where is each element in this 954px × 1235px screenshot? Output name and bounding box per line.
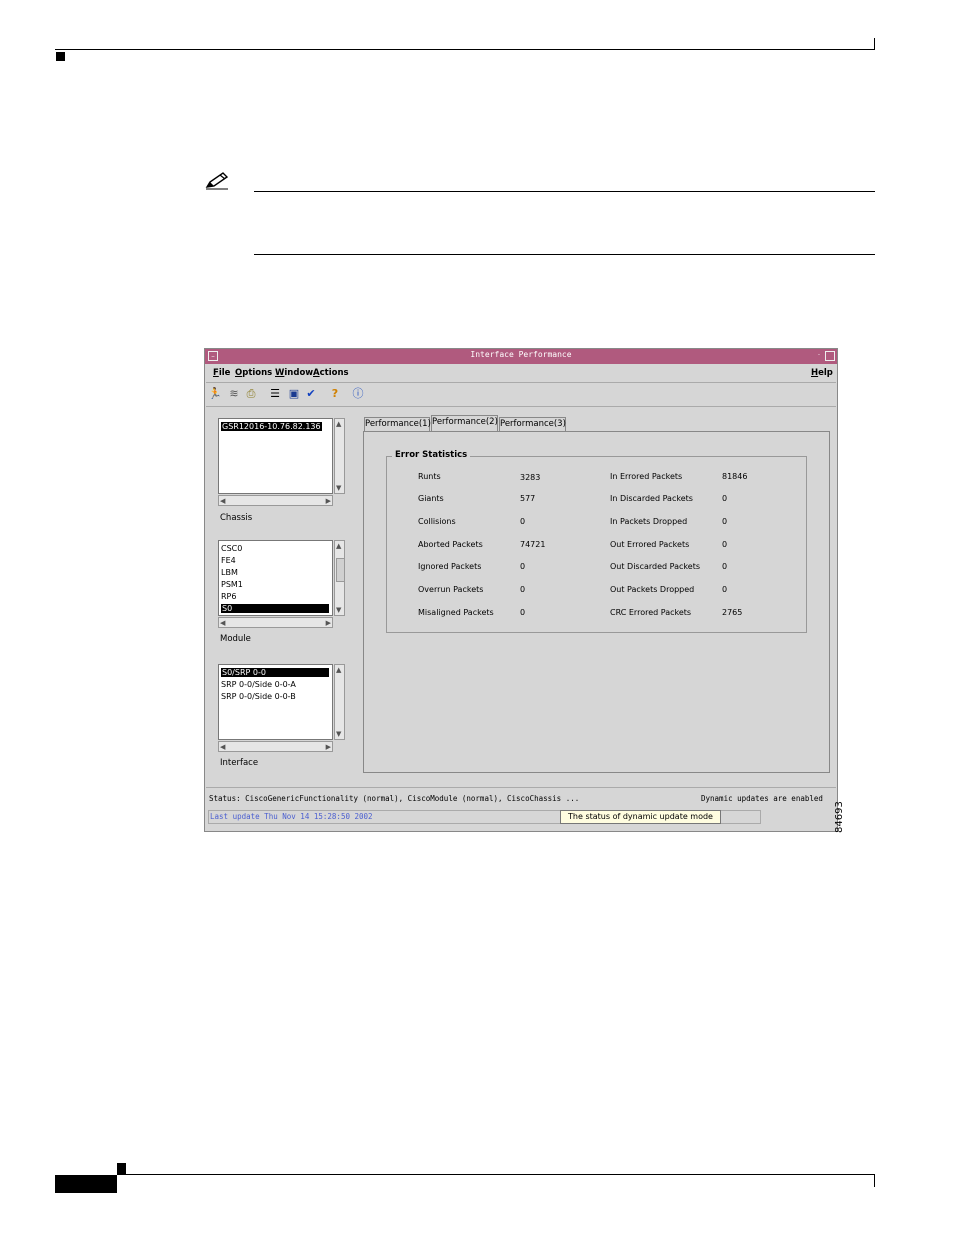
interface-vertical-scrollbar[interactable]: ▲ ▼ — [334, 664, 345, 740]
stat-label: In Errored Packets — [610, 472, 683, 481]
help-icon[interactable]: ? — [328, 387, 342, 401]
footer-tab — [55, 1175, 117, 1193]
footer-rule — [117, 1174, 875, 1175]
list-item[interactable]: RP6 — [221, 592, 236, 601]
chassis-vertical-scrollbar[interactable]: ▲ ▼ — [334, 418, 345, 494]
stat-value: 0 — [520, 562, 526, 571]
stat-value: 0 — [722, 585, 728, 594]
menu-options[interactable]: Options — [235, 368, 272, 378]
stat-label: CRC Errored Packets — [610, 608, 692, 617]
header-marker — [56, 52, 65, 61]
stat-value: 2765 — [722, 608, 743, 617]
menu-actions[interactable]: Actions — [313, 368, 349, 378]
scroll-thumb[interactable] — [336, 558, 345, 582]
maximize-icon[interactable] — [825, 351, 835, 361]
menu-file[interactable]: File — [213, 368, 230, 378]
minimize-icon[interactable]: · — [814, 351, 824, 361]
last-update-text: Last update Thu Nov 14 15:28:50 2002 — [210, 812, 373, 821]
stat-label: Runts — [418, 472, 441, 481]
stat-label: Giants — [418, 494, 444, 503]
window-title: Interface Performance — [470, 350, 572, 359]
figure-id: 84693 — [834, 801, 845, 833]
monitor-icon[interactable]: ▣ — [287, 387, 301, 401]
interface-list[interactable]: S0/SRP 0-0 SRP 0-0/Side 0-0-A SRP 0-0/Si… — [218, 664, 333, 740]
list-item[interactable]: LBM — [221, 568, 238, 577]
module-label: Module — [220, 634, 251, 644]
title-bar[interactable]: – Interface Performance · — [205, 349, 837, 364]
note-pencil-icon — [205, 172, 229, 190]
list-item[interactable]: GSR12016-10.76.82.136 — [221, 422, 322, 431]
stat-label: In Discarded Packets — [610, 494, 693, 503]
status-divider — [206, 787, 836, 788]
stat-value: 577 — [520, 494, 536, 503]
stat-label: Collisions — [418, 517, 456, 526]
tab-performance-1[interactable]: Performance(1) — [364, 417, 431, 431]
stat-value: 0 — [520, 517, 526, 526]
list-item[interactable]: S0/SRP 0-0 — [221, 668, 329, 677]
stat-value: 0 — [520, 608, 526, 617]
list-item[interactable]: SRP 0-0/Side 0-0-B — [221, 692, 296, 701]
stat-label: Out Packets Dropped — [610, 585, 695, 594]
stat-label: Ignored Packets — [418, 562, 482, 571]
stat-label: Misaligned Packets — [418, 608, 494, 617]
footer-marker — [117, 1163, 126, 1174]
toolbar: 🏃 ≋ ⎙ ☰ ▣ ✔ ? ⓘ — [206, 384, 836, 407]
info-icon[interactable]: ⓘ — [351, 387, 365, 401]
chassis-horizontal-scrollbar[interactable]: ◀ ▶ — [218, 495, 333, 506]
note-top-rule — [254, 191, 875, 192]
module-list[interactable]: CSC0 FE4 LBM PSM1 RP6 S0 — [218, 540, 333, 616]
stat-label: Out Discarded Packets — [610, 562, 701, 571]
tab-performance-3[interactable]: Performance(3) — [499, 417, 566, 431]
menu-window[interactable]: Window — [275, 368, 313, 378]
module-horizontal-scrollbar[interactable]: ◀ ▶ — [218, 617, 333, 628]
chassis-label: Chassis — [220, 513, 253, 523]
header-rule — [55, 49, 875, 50]
header-tick — [874, 38, 875, 50]
group-title: Error Statistics — [392, 450, 471, 460]
tab-performance-2[interactable]: Performance(2) — [431, 415, 498, 432]
interface-horizontal-scrollbar[interactable]: ◀ ▶ — [218, 741, 333, 752]
stat-value: 0 — [722, 517, 728, 526]
list-item[interactable]: SRP 0-0/Side 0-0-A — [221, 680, 296, 689]
stat-label: Overrun Packets — [418, 585, 484, 594]
stat-value: 74721 — [520, 540, 546, 549]
tooltip: The status of dynamic update mode — [560, 810, 721, 824]
list-icon[interactable]: ☰ — [268, 387, 282, 401]
list-item[interactable]: S0 — [221, 604, 329, 613]
status-text: Status: CiscoGenericFunctionality (norma… — [209, 794, 580, 803]
list-item[interactable]: PSM1 — [221, 580, 243, 589]
module-vertical-scrollbar[interactable]: ▲ ▼ — [334, 540, 345, 616]
stat-value: 3283 — [520, 473, 541, 482]
list-item[interactable]: FE4 — [221, 556, 236, 565]
stat-value: 0 — [722, 494, 728, 503]
interface-label: Interface — [220, 758, 259, 768]
stat-value: 81846 — [722, 472, 748, 481]
dynamic-updates-status: Dynamic updates are enabled — [701, 794, 823, 803]
exit-icon[interactable]: 🏃 — [208, 387, 222, 401]
footer-tick — [874, 1175, 875, 1187]
stat-value: 0 — [722, 562, 728, 571]
stat-value: 0 — [722, 540, 728, 549]
chassis-list[interactable]: GSR12016-10.76.82.136 — [218, 418, 333, 494]
layers-icon[interactable]: ≋ — [227, 387, 241, 401]
list-item[interactable]: CSC0 — [221, 544, 242, 553]
menu-bar: File Options Window Actions Help — [206, 366, 836, 383]
checkmark-icon[interactable]: ✔ — [304, 387, 318, 401]
note-bottom-rule — [254, 254, 875, 255]
stat-label: Out Errored Packets — [610, 540, 690, 549]
stat-value: 0 — [520, 585, 526, 594]
printer-icon[interactable]: ⎙ — [244, 387, 258, 401]
menu-help[interactable]: Help — [811, 368, 833, 378]
stat-label: In Packets Dropped — [610, 517, 688, 526]
stat-label: Aborted Packets — [418, 540, 483, 549]
